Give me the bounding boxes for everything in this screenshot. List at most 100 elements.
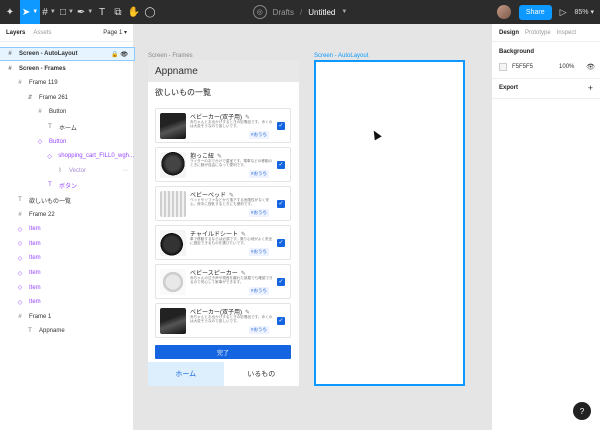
layer-row[interactable]: # Screen - AutoLayout 🔒 👁 [0,47,135,61]
file-name[interactable]: Untitled [308,8,335,17]
item-checkbox[interactable]: ✓ [277,278,285,286]
layer-row[interactable]: # Button [0,106,134,118]
layer-row[interactable]: ◇ Item [0,252,134,264]
export-section-title: Export [499,85,519,91]
product-image [160,113,186,139]
autolayout-icon: ⇵ [27,95,33,102]
hand-icon: ✋ [127,6,141,18]
move-tool[interactable]: ➤ ▼ [20,0,40,24]
item-checkbox[interactable]: ✓ [277,200,285,208]
item-tag[interactable]: #おうち [248,170,269,178]
nav-needed[interactable]: いるもの [224,362,300,386]
present-play-icon[interactable]: ▷ [560,7,567,18]
add-export-icon[interactable]: + [588,83,593,93]
item-description: 赤ちゃんとお出かけするときの必需品です。歩くのは大変そうなので欲しいです。 [190,315,273,324]
text-tool[interactable]: T [94,0,110,24]
layer-row[interactable]: ◇ shopping_cart_FILL0_wgh... [0,150,134,162]
list-item[interactable]: ベビーカー(双子用) ✎ 赤ちゃんとお出かけするときの必需品です。歩くのは大変そうな… [155,303,291,338]
nav-home[interactable]: ホーム [148,362,224,386]
layer-label: Appname [39,328,65,335]
layer-row[interactable]: ◇ Item [0,296,134,308]
comment-tool[interactable]: ◯ [142,0,158,24]
component-icon: ◇ [17,299,23,306]
resources-tool[interactable]: ⧉ [110,0,126,24]
layer-row[interactable]: ⇵ Frame 261 [0,92,134,104]
layer-row[interactable]: ⌇ Vector ⋯ [0,165,134,177]
layer-label: ボタン [59,183,78,190]
list-item[interactable]: ベビーベッド ✎ ベッドやソファなどから落下する危険性がなく安心。夜中に授乳するとき… [155,186,291,221]
component-icon: ◇ [17,226,23,233]
layer-row[interactable]: # Screen - Frames [0,63,134,75]
tab-layers[interactable]: Layers [6,30,25,36]
item-checkbox[interactable]: ✓ [277,161,285,169]
item-tag[interactable]: #おうち [248,326,269,334]
layer-row[interactable]: # Frame 22 [0,209,134,221]
item-tag[interactable]: #おうち [248,131,269,139]
layer-row[interactable]: T 欲しいもの一覧 [0,194,134,206]
text-icon: T [18,197,22,203]
text-icon: T [48,182,52,189]
layer-row[interactable]: # Frame 119 [0,77,134,89]
layer-row[interactable]: ◇ Item [0,238,134,250]
screen-frames[interactable]: Appname 欲しいもの一覧 ベビーカー(双子用) ✎ 赤ちゃんとお出かけするとき… [148,60,299,386]
layer-row[interactable]: ◇ Item [0,223,134,235]
item-checkbox[interactable]: ✓ [277,122,285,130]
zoom-value: 85% [574,9,589,16]
list-title: 欲しいもの一覧 [155,88,211,97]
item-description: 赤ちゃんとお出かけするときの必需品です。歩くのは大変そうなので欲しいです。 [190,120,273,129]
pen-tool[interactable]: ✒ ▼ [76,0,94,24]
drafts-link[interactable]: Drafts [273,8,294,17]
item-tag[interactable]: #おうち [248,209,269,217]
tab-inspect[interactable]: Inspect [557,30,576,36]
background-color-swatch[interactable] [499,63,507,71]
item-tag[interactable]: #おうち [248,287,269,295]
text-icon: T [48,124,52,130]
eye-icon[interactable]: 👁 [586,63,595,71]
frame-label-screen-frames[interactable]: Screen - Frames [148,53,193,59]
component-icon: ◇ [17,285,23,292]
layer-row[interactable]: ◇ Button [0,136,134,148]
help-button[interactable]: ? [573,402,591,420]
check-icon: ✓ [278,318,284,324]
done-button[interactable]: 完了 [155,345,291,359]
layer-row[interactable]: ◇ Item [0,267,134,279]
screen-autolayout[interactable] [314,60,465,386]
hand-tool[interactable]: ✋ [126,0,142,24]
avatar[interactable] [496,5,511,19]
frame-label-screen-autolayout[interactable]: Screen - AutoLayout [314,53,368,59]
layer-label: Frame 261 [39,94,69,101]
main-menu[interactable]: ✦ [0,0,20,24]
layer-row[interactable]: T ボタン [0,179,134,191]
chevron-down-icon[interactable]: ▼ [341,9,347,15]
properties-panel: Design Prototype Inspect Background F5F5… [491,24,600,430]
lock-visibility-icon[interactable]: 🔒 👁 [111,51,128,58]
item-checkbox[interactable]: ✓ [277,239,285,247]
zoom-level[interactable]: 85% ▾ [575,8,594,16]
background-fill-row[interactable]: F5F5F5 100% 👁 [499,63,595,71]
item-checkbox[interactable]: ✓ [277,317,285,325]
frame-tool[interactable]: # ▼ [40,0,58,24]
tab-assets[interactable]: Assets [33,30,51,36]
tab-prototype[interactable]: Prototype [525,30,551,36]
list-item[interactable]: チャイルドシート ✎ 車で移動するならば必須です。乗り心地がよく安全に固定できるもの… [155,225,291,260]
background-opacity[interactable]: 100% [559,64,574,70]
background-color-hex[interactable]: F5F5F5 [512,64,533,70]
list-item[interactable]: 抱っこ紐 ✎ ライターのおでかけで重宝です。電車などの移動のときに腕が自由になって便… [155,147,291,182]
layer-label: Button [49,109,67,116]
list-item[interactable]: ベビーカー(双子用) ✎ 赤ちゃんとお出かけするときの必需品です。歩くのは大変そうな… [155,108,291,143]
item-description: ベッドやソファなどから落下する危険性がなく安心。夜中に授乳するときにも便利です。 [190,198,270,207]
more-icon[interactable]: ⋯ [122,167,128,174]
component-icon: ◇ [47,153,52,160]
resources-icon: ⧉ [114,6,122,18]
layer-row[interactable]: T ホーム [0,121,134,133]
share-button[interactable]: Share [518,4,552,20]
page-selector[interactable]: Page 1 ▾ [103,29,127,36]
shape-tool[interactable]: □ ▼ [58,0,76,24]
item-tag[interactable]: #おうち [248,248,269,256]
layer-row[interactable]: ◇ Item [0,282,134,294]
layer-row[interactable]: T Appname [0,325,134,337]
layer-row[interactable]: # Frame 1 [0,311,134,323]
project-icon[interactable]: ◎ [252,5,267,19]
tab-design[interactable]: Design [499,30,519,36]
list-item[interactable]: ベビースピーカー ✎ 赤ちゃんの泣き声や物音を離れた部屋でも確認できるので安心して家… [155,264,291,299]
